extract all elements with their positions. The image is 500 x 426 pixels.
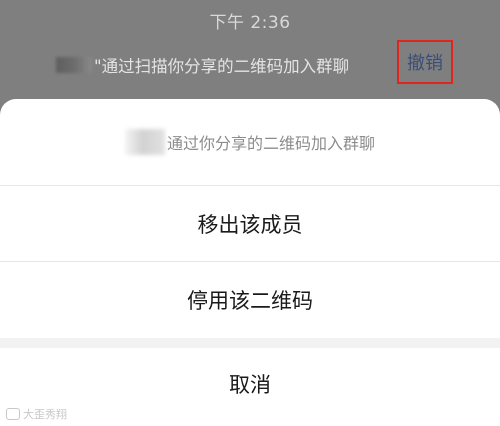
sheet-divider-gap [0,338,500,348]
system-message: "通过扫描你分享的二维码加入群聊 [56,52,349,78]
watermark: 大歪秀翔 [6,406,67,422]
action-sheet-title: 通过你分享的二维码加入群聊 [124,129,375,155]
disable-qr-code-button[interactable]: 停用该二维码 [0,262,500,338]
action-sheet: 通过你分享的二维码加入群聊 移出该成员 停用该二维码 取消 [0,99,500,426]
action-sheet-header: 通过你分享的二维码加入群聊 [0,99,500,186]
chat-timestamp: 下午 2:36 [209,13,291,33]
cancel-button[interactable]: 取消 [0,348,500,420]
system-message-text: "通过扫描你分享的二维码加入群聊 [94,57,350,76]
blurred-member-name [56,57,92,73]
screen: 下午 2:36 "通过扫描你分享的二维码加入群聊 撤销 通过你分享的二维码加入群… [0,0,500,426]
watermark-text: 大歪秀翔 [23,408,67,421]
cancel-label: 取消 [229,373,271,397]
disable-qr-code-label: 停用该二维码 [187,289,313,313]
remove-member-button[interactable]: 移出该成员 [0,186,500,262]
remove-member-label: 移出该成员 [197,212,303,237]
blurred-member-name [124,129,165,155]
action-sheet-title-text: 通过你分享的二维码加入群聊 [166,134,375,153]
revoke-link[interactable]: 撤销 [397,40,453,84]
revoke-label: 撤销 [407,53,443,74]
watermark-logo-icon [6,408,20,420]
